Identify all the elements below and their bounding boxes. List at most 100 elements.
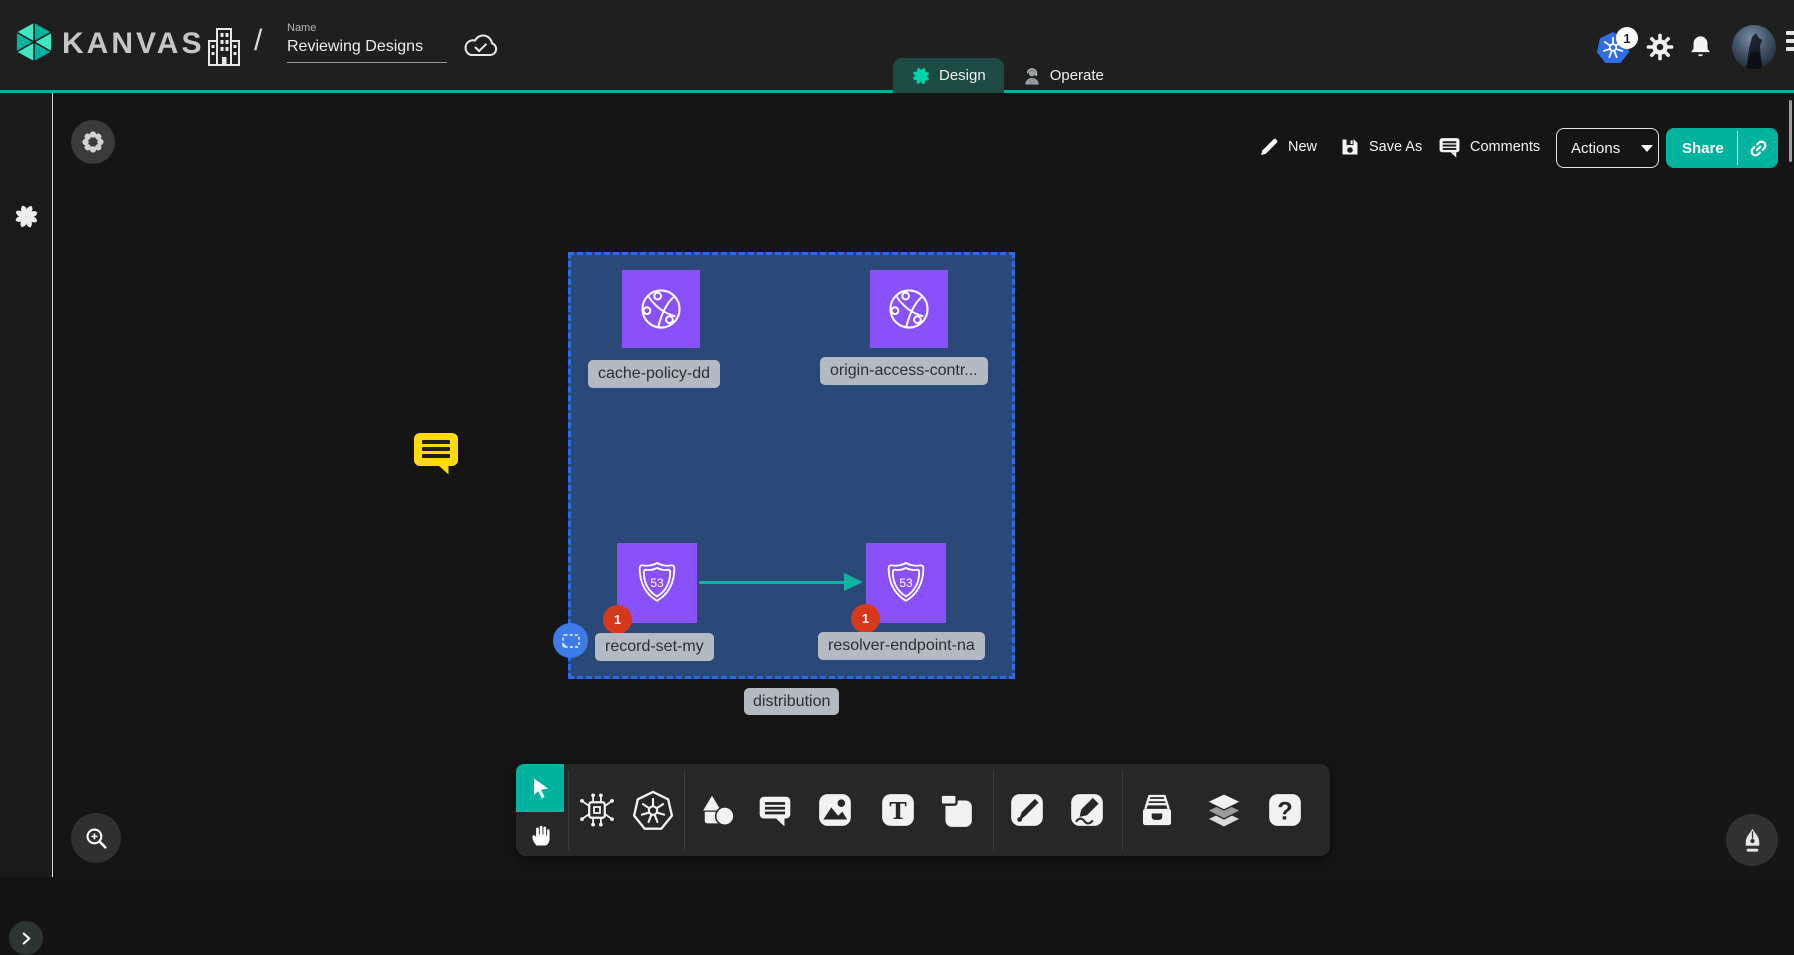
edge-record-to-resolver[interactable] xyxy=(699,581,846,584)
save-as-button[interactable]: Save As xyxy=(1340,133,1422,161)
node-error-badge[interactable]: 1 xyxy=(851,604,880,633)
organization-building-icon[interactable] xyxy=(207,26,241,68)
kubernetes-helm-icon xyxy=(632,789,674,831)
kubernetes-count-badge[interactable]: 1 xyxy=(1616,27,1638,49)
selection-handle-button[interactable] xyxy=(553,623,588,658)
canvas-comment-pin-icon[interactable] xyxy=(413,432,459,475)
node-cache-policy[interactable] xyxy=(622,270,700,348)
comments-label: Comments xyxy=(1470,139,1540,155)
design-name-input[interactable] xyxy=(287,36,447,63)
operator-headset-icon xyxy=(1022,66,1042,86)
actions-label: Actions xyxy=(1557,140,1632,157)
canvas-scrollbar-thumb[interactable] xyxy=(1789,100,1792,162)
user-avatar[interactable] xyxy=(1732,25,1776,69)
floppy-save-icon xyxy=(1340,137,1360,157)
cloudfront-globe-icon xyxy=(634,282,688,336)
cloudfront-globe-icon xyxy=(882,282,936,336)
archive-drawer-icon xyxy=(1136,789,1178,831)
design-spiral-icon xyxy=(911,66,931,86)
tab-operate[interactable]: Operate xyxy=(1004,58,1122,93)
tool-pen[interactable] xyxy=(1005,788,1049,832)
svg-text:T: T xyxy=(889,798,907,825)
left-sidebar xyxy=(0,93,53,877)
save-as-label: Save As xyxy=(1369,139,1422,155)
svg-text:?: ? xyxy=(1277,798,1292,826)
help-question-icon: ? xyxy=(1266,791,1304,829)
group-label-distribution[interactable]: distribution xyxy=(744,688,839,715)
tool-comment[interactable] xyxy=(753,788,797,832)
share-button[interactable]: Share xyxy=(1666,128,1778,168)
shapes-icon xyxy=(697,790,737,830)
kanvas-logo-icon[interactable] xyxy=(13,21,55,63)
flower-widget-icon xyxy=(80,129,106,155)
breadcrumb-separator: / xyxy=(254,24,262,58)
tool-infrastructure[interactable] xyxy=(575,788,619,832)
chevron-down-icon[interactable] xyxy=(1641,145,1653,152)
dashed-rectangle-icon xyxy=(561,633,581,649)
tool-archive[interactable] xyxy=(1135,788,1179,832)
tool-card[interactable] xyxy=(934,788,978,832)
comments-button[interactable]: Comments xyxy=(1438,133,1540,161)
node-label-record-set[interactable]: record-set-my xyxy=(595,633,714,661)
hand-pan-icon xyxy=(528,822,553,847)
tool-text[interactable]: T xyxy=(876,788,920,832)
copy-link-icon[interactable] xyxy=(1738,137,1778,160)
circuit-chip-icon xyxy=(577,790,617,830)
comments-bubble-icon xyxy=(1438,136,1461,158)
annotate-pen-button[interactable] xyxy=(1726,814,1778,866)
tool-pan[interactable] xyxy=(516,812,564,856)
tool-layers[interactable] xyxy=(1202,788,1246,832)
image-tool-icon xyxy=(816,791,854,829)
zoom-in-button[interactable] xyxy=(71,813,121,863)
new-button[interactable]: New xyxy=(1258,133,1317,161)
tool-kubernetes[interactable] xyxy=(631,788,675,832)
toolbar-divider xyxy=(684,770,685,850)
layers-stack-icon xyxy=(1204,790,1244,830)
card-note-icon xyxy=(937,791,975,829)
route53-shield-icon: 53 xyxy=(631,557,683,609)
node-error-badge[interactable]: 1 xyxy=(603,605,632,634)
text-tool-icon: T xyxy=(879,791,917,829)
toolbar-divider xyxy=(993,770,994,850)
pen-path-icon xyxy=(1008,791,1046,829)
pencil-draw-icon xyxy=(1068,791,1106,829)
mode-tabs: Design Operate xyxy=(893,58,1122,93)
node-label-cache-policy[interactable]: cache-policy-dd xyxy=(588,360,720,388)
meshery-spiral-icon[interactable] xyxy=(13,203,40,230)
menu-hamburger-icon[interactable] xyxy=(1786,31,1794,55)
name-field-label: Name xyxy=(287,22,447,34)
sidebar-expand-button[interactable] xyxy=(9,921,43,955)
fountain-pen-nib-icon xyxy=(1739,827,1766,854)
kanvas-wordmark: KANVAS xyxy=(62,27,204,61)
canvas-widgets-button[interactable] xyxy=(71,120,115,164)
node-label-resolver-endpoint[interactable]: resolver-endpoint-na xyxy=(818,632,985,660)
tab-design-label: Design xyxy=(939,67,986,84)
svg-text:53: 53 xyxy=(899,576,913,590)
actions-dropdown-button[interactable]: Actions xyxy=(1556,128,1659,168)
tool-help[interactable]: ? xyxy=(1263,788,1307,832)
share-label: Share xyxy=(1666,140,1737,157)
design-name-field: Name xyxy=(287,22,447,63)
pencil-new-icon xyxy=(1258,137,1279,158)
edge-arrowhead xyxy=(844,573,863,591)
route53-shield-icon: 53 xyxy=(880,557,932,609)
tab-design[interactable]: Design xyxy=(893,58,1004,93)
tool-image[interactable] xyxy=(813,788,857,832)
cloud-saved-icon xyxy=(462,31,500,61)
app-header: KANVAS / Name xyxy=(0,0,1794,93)
tab-operate-label: Operate xyxy=(1050,67,1104,84)
node-origin-access-control[interactable] xyxy=(870,270,948,348)
tool-select[interactable] xyxy=(516,764,564,812)
chevron-right-icon xyxy=(20,932,33,945)
settings-gear-icon[interactable] xyxy=(1646,33,1674,61)
tool-shapes[interactable] xyxy=(695,788,739,832)
svg-text:53: 53 xyxy=(650,576,664,590)
new-label: New xyxy=(1288,139,1317,155)
notifications-bell-icon[interactable] xyxy=(1687,33,1714,61)
tool-pencil[interactable] xyxy=(1065,788,1109,832)
magnifier-plus-icon xyxy=(83,825,110,852)
toolbar-divider xyxy=(1122,770,1123,850)
node-label-origin-access[interactable]: origin-access-contr... xyxy=(820,357,988,385)
comment-tool-icon xyxy=(756,791,794,829)
toolbar-divider xyxy=(568,770,569,850)
